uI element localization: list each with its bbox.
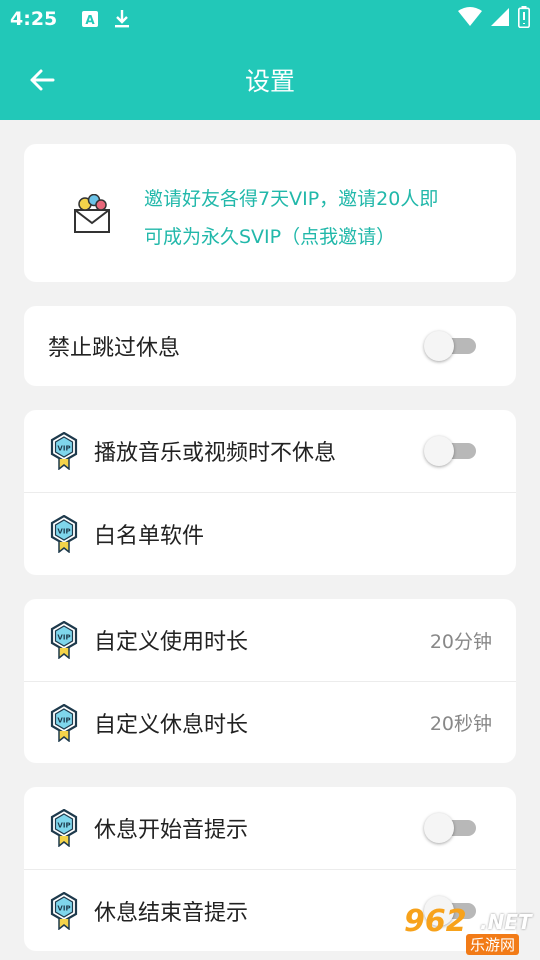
svg-text:VIP: VIP — [57, 634, 70, 642]
vip-badge-icon: VIP — [50, 432, 78, 470]
font-download-notification-icon: A — [81, 10, 99, 28]
custom-rest-label: 自定义休息时长 — [94, 712, 249, 738]
wifi-icon — [458, 7, 482, 31]
custom-rest-row[interactable]: VIP 自定义休息时长 20秒钟 — [24, 681, 516, 763]
vip-badge-icon: VIP — [50, 891, 78, 930]
custom-use-row[interactable]: VIP 自定义使用时长 20分钟 — [24, 599, 516, 681]
rest-start-sound-toggle[interactable] — [424, 813, 476, 843]
rest-start-sound-row: VIP 休息开始音提示 — [24, 787, 516, 869]
whitelist-row[interactable]: VIP 白名单软件 — [24, 492, 516, 574]
custom-rest-value: 20秒钟 — [429, 713, 492, 735]
custom-use-value: 20分钟 — [429, 630, 492, 653]
watermark-site: 乐游网 — [466, 934, 520, 955]
svg-text:A: A — [86, 13, 96, 27]
rest-end-sound-label: 休息结束音提示 — [94, 900, 249, 926]
watermark-net: .NET — [480, 910, 532, 934]
battery-icon — [518, 6, 530, 32]
no-rest-media-label: 播放音乐或视频时不休息 — [94, 441, 337, 466]
watermark-logo: 962 .NET 乐游网 — [394, 904, 534, 956]
watermark-number: 962 — [404, 904, 467, 939]
no-skip-rest-toggle[interactable] — [424, 331, 476, 361]
svg-text:VIP: VIP — [57, 445, 70, 453]
svg-text:VIP: VIP — [57, 822, 70, 830]
no-rest-media-toggle[interactable] — [424, 436, 476, 466]
status-time: 4:25 — [10, 8, 58, 30]
vip-badge-icon: VIP — [50, 809, 78, 847]
vip-badge-icon: VIP — [50, 621, 78, 659]
app-bar: 设置 — [0, 38, 540, 120]
rest-start-sound-label: 休息开始音提示 — [94, 818, 249, 843]
no-rest-media-row: VIP 播放音乐或视频时不休息 — [24, 410, 516, 492]
invite-text-line2: 可成为永久SVIP（点我邀请） — [144, 226, 396, 248]
vip-badge-icon: VIP — [50, 514, 78, 553]
invite-envelope-icon — [74, 194, 110, 233]
no-skip-rest-label: 禁止跳过休息 — [48, 336, 181, 361]
download-icon — [113, 9, 131, 29]
custom-duration-card: VIP 自定义使用时长 20分钟 VIP 自定义休息时长 20秒钟 — [24, 599, 516, 763]
no-skip-rest-card: 禁止跳过休息 — [24, 306, 516, 386]
svg-text:VIP: VIP — [57, 904, 70, 912]
vip-badge-icon: VIP — [50, 703, 78, 742]
signal-icon — [490, 7, 510, 31]
media-whitelist-card: VIP 播放音乐或视频时不休息 VIP 白名单软件 — [24, 410, 516, 575]
svg-text:VIP: VIP — [57, 716, 70, 724]
invite-text: 邀请好友各得7天VIP，邀请20人即 可成为永久SVIP（点我邀请） — [144, 180, 484, 256]
whitelist-label: 白名单软件 — [94, 523, 205, 549]
invite-card[interactable]: 邀请好友各得7天VIP，邀请20人即 可成为永久SVIP（点我邀请） — [24, 144, 516, 282]
page-title: 设置 — [244, 67, 295, 96]
status-bar: 4:25 A — [0, 0, 540, 38]
no-skip-rest-row: 禁止跳过休息 — [24, 306, 516, 386]
svg-text:VIP: VIP — [57, 527, 70, 535]
invite-text-line1: 邀请好友各得7天VIP，邀请20人即 — [144, 188, 439, 210]
custom-use-label: 自定义使用时长 — [94, 630, 249, 655]
